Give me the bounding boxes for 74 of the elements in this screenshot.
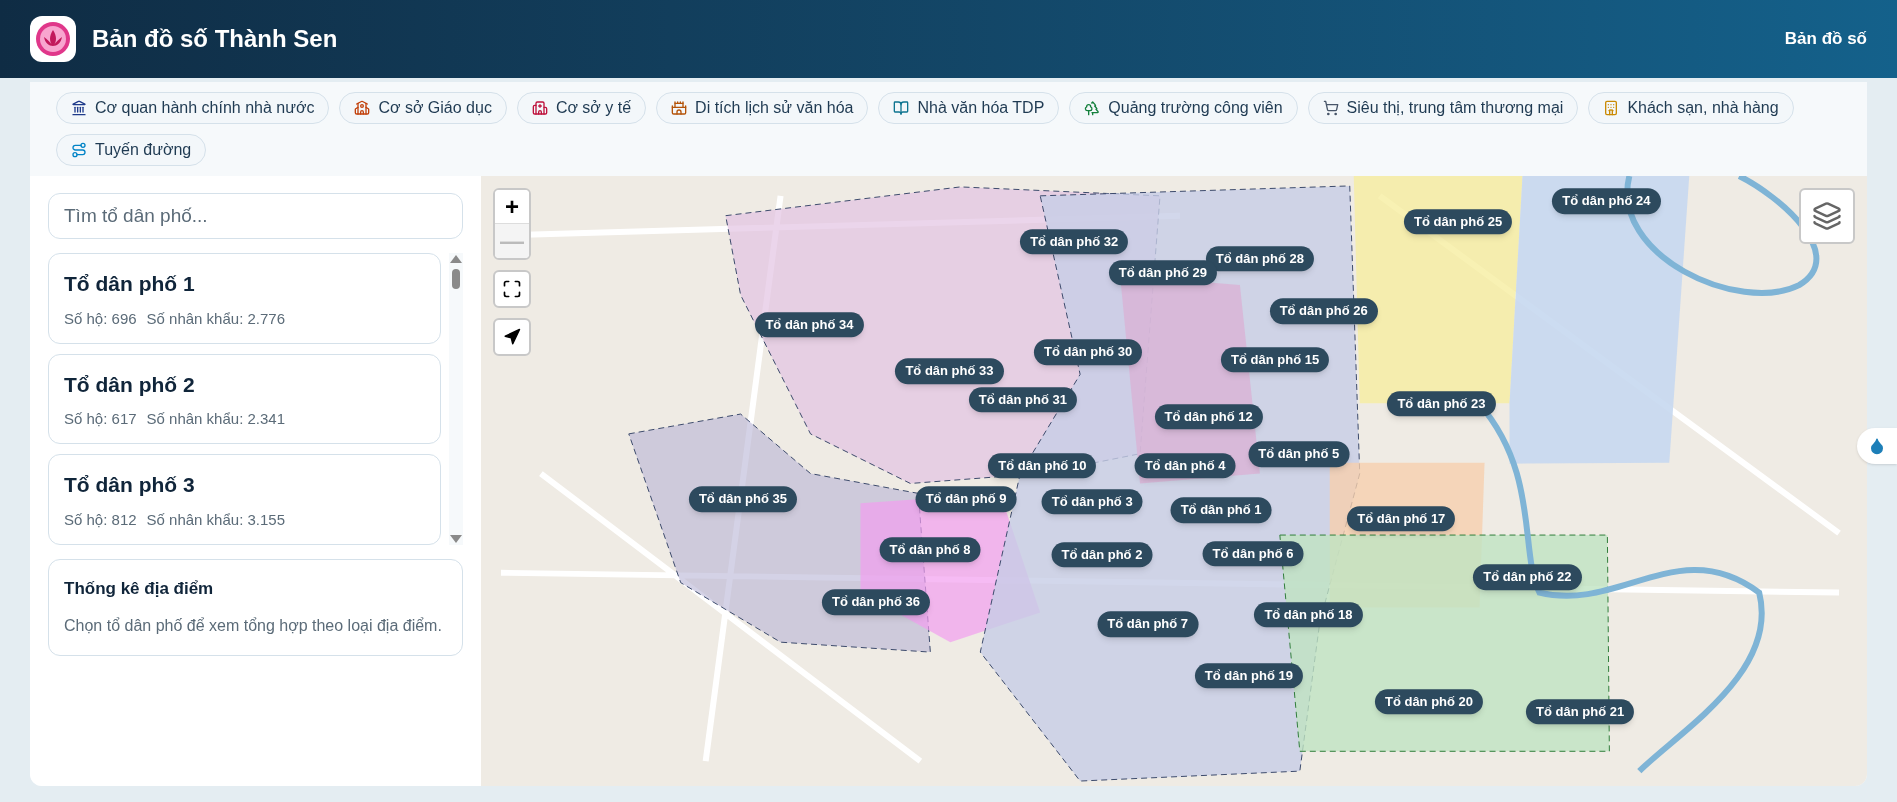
map-drawing[interactable] (481, 176, 1867, 786)
fullscreen-icon (502, 279, 522, 299)
building-icon (71, 100, 87, 116)
map-area-label[interactable]: Tổ dân phố 34 (755, 312, 864, 338)
scroll-up-icon[interactable] (450, 255, 462, 263)
search-field[interactable]: Tìm tổ dân phố... (48, 193, 463, 239)
population-count: Số nhân khẩu: 2.341 (146, 409, 285, 430)
category-chip[interactable]: Nhà văn hóa TDP (878, 92, 1060, 124)
fullscreen-button[interactable] (493, 270, 531, 308)
book-icon (893, 100, 910, 116)
map-area-label[interactable]: Tổ dân phố 31 (968, 387, 1077, 413)
scroll-thumb[interactable] (452, 269, 460, 289)
map-area-label[interactable]: Tổ dân phố 12 (1154, 404, 1263, 430)
map-area-label[interactable]: Tổ dân phố 20 (1374, 689, 1484, 715)
school-icon (354, 100, 371, 116)
map-area-label[interactable]: Tổ dân phố 32 (1020, 229, 1129, 255)
map-area-label[interactable]: Tổ dân phố 26 (1269, 298, 1378, 325)
population-count: Số nhân khẩu: 3.155 (146, 509, 285, 530)
hotel-icon (1603, 100, 1620, 116)
stats-hint: Chọn tổ dân phố để xem tổng hợp theo loại địa điểm. (64, 615, 443, 636)
scrollbar[interactable] (449, 253, 463, 545)
map-area-label[interactable]: Tổ dân phố 25 (1404, 209, 1513, 235)
map-area-label[interactable]: Tổ dân phố 9 (915, 486, 1017, 513)
group-name: Tổ dân phố 3 (64, 472, 196, 499)
category-chip[interactable]: Tuyến đường (56, 134, 207, 166)
category-chip[interactable]: Di tích lịch sử văn hóa (656, 92, 869, 124)
route-icon (71, 142, 87, 158)
map-area-label[interactable]: Tổ dân phố 1 (1170, 497, 1272, 523)
navigation-arrow-icon (503, 328, 521, 346)
household-count: Số hộ: 812 (64, 509, 137, 530)
category-chip[interactable]: Cơ quan hành chính nhà nước (56, 92, 330, 124)
app-title: Bản đồ số Thành Sen (92, 24, 338, 54)
map-area-label[interactable]: Tổ dân phố 22 (1473, 564, 1582, 591)
water-tool-button[interactable] (1857, 428, 1897, 464)
zoom-in-button[interactable]: + (495, 190, 529, 224)
map-area-label[interactable]: Tổ dân phố 10 (988, 453, 1097, 479)
category-chip[interactable]: Cơ sở Giáo dục (339, 92, 507, 124)
map-area-label[interactable]: Tổ dân phố 23 (1387, 390, 1496, 417)
category-chip[interactable]: Quảng trường công viên (1069, 92, 1298, 124)
category-chip[interactable]: Cơ sở y tế (516, 92, 647, 124)
water-drop-icon (1868, 437, 1886, 455)
map-area-label[interactable]: Tổ dân phố 36 (821, 589, 931, 616)
map-area-label[interactable]: Tổ dân phố 8 (879, 537, 981, 563)
population-count: Số nhân khẩu: 2.776 (146, 308, 285, 329)
map-area-label[interactable]: Tổ dân phố 2 (1051, 542, 1153, 568)
group-name: Tổ dân phố 1 (64, 271, 196, 297)
layers-icon (1812, 201, 1842, 231)
lotus-logo-icon (30, 16, 76, 62)
map-area-label[interactable]: Tổ dân phố 4 (1134, 453, 1236, 479)
nav-link[interactable]: Bản đồ số (1784, 26, 1867, 52)
map-area-label[interactable]: Tổ dân phố 7 (1097, 611, 1199, 638)
cart-icon (1322, 100, 1339, 116)
locate-button[interactable] (493, 318, 531, 356)
category-chip[interactable]: Khách sạn, nhà hàng (1588, 92, 1794, 124)
group-name: Tổ dân phố 2 (64, 371, 196, 398)
layers-button[interactable] (1799, 188, 1855, 244)
stats-title: Thống kê địa điểm (64, 578, 215, 600)
category-chip[interactable]: Siêu thị, trung tâm thương mại (1307, 92, 1579, 124)
map-area-label[interactable]: Tổ dân phố 35 (688, 486, 797, 513)
castle-icon (671, 100, 688, 116)
household-count: Số hộ: 696 (64, 308, 137, 329)
hospital-icon (531, 100, 548, 116)
map-area-label[interactable]: Tổ dân phố 33 (895, 358, 1004, 384)
map-area-label[interactable]: Tổ dân phố 30 (1034, 339, 1143, 366)
map-area-label[interactable]: Tổ dân phố 24 (1552, 188, 1661, 214)
household-count: Số hộ: 617 (64, 409, 137, 430)
group-card[interactable]: Tổ dân phố 2 Số hộ: 617 Số nhân khẩu: 2.341 (48, 353, 441, 445)
scroll-down-icon[interactable] (450, 535, 462, 543)
map-area-label[interactable]: Tổ dân phố 29 (1108, 260, 1217, 286)
group-card[interactable]: Tổ dân phố 1 Số hộ: 696 Số nhân khẩu: 2.776 (48, 253, 441, 344)
map-area-label[interactable]: Tổ dân phố 17 (1347, 506, 1456, 532)
group-card[interactable]: Tổ dân phố 3 Số hộ: 812 Số nhân khẩu: 3.155 (48, 454, 441, 545)
map-area-label[interactable]: Tổ dân phố 5 (1248, 441, 1350, 467)
trees-icon (1084, 100, 1101, 116)
